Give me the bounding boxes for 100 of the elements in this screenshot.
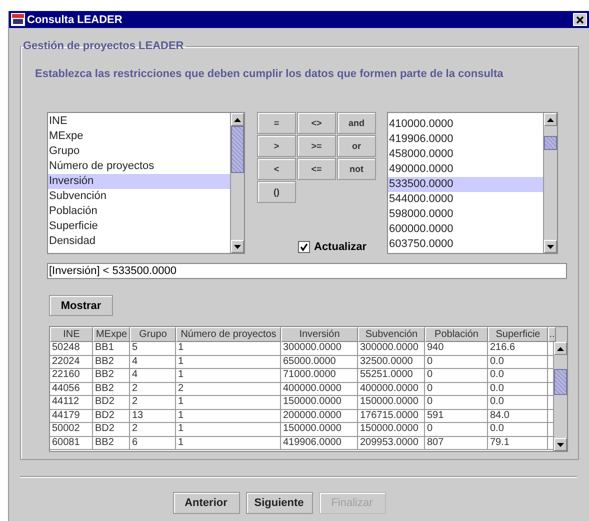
down-arrow-icon <box>557 442 564 446</box>
table-cell: 0 <box>425 382 488 396</box>
scroll-down-button[interactable] <box>231 240 244 253</box>
group-title: Gestión de proyectos LEADER <box>22 40 185 52</box>
value-list-item[interactable]: 419906.0000 <box>388 132 543 147</box>
operator-button[interactable]: <> <box>297 112 336 134</box>
column-header[interactable]: Superficie <box>488 327 548 342</box>
operator-button[interactable]: > <box>257 135 296 157</box>
operator-button[interactable]: = <box>257 112 296 134</box>
app-icon <box>11 13 25 26</box>
table-cell: 2 <box>130 423 176 436</box>
table-cell: BD2 <box>93 410 130 423</box>
field-list-item[interactable]: Subvención <box>48 189 230 204</box>
table-cell: 150000.0000 <box>281 396 358 410</box>
table-cell: 84.0 <box>488 410 548 423</box>
value-list-item[interactable]: 410000.0000 <box>388 117 543 132</box>
column-header[interactable]: Número de proyectos <box>176 327 281 342</box>
operator-button[interactable]: >= <box>297 135 336 157</box>
field-list-item[interactable]: INE <box>48 114 230 129</box>
scroll-down-button[interactable] <box>544 240 557 253</box>
field-list-item[interactable]: Densidad <box>48 234 230 249</box>
field-list-item[interactable]: Inversión <box>48 174 230 189</box>
table-cell: 5 <box>130 342 176 356</box>
checkbox[interactable] <box>298 241 310 253</box>
table-cell: 60081 <box>50 436 93 450</box>
checkbox-label: Actualizar <box>314 241 367 253</box>
operator-button[interactable]: or <box>337 135 376 157</box>
table-cell: 200000.0000 <box>281 410 358 423</box>
scroll-down-button[interactable] <box>554 438 567 451</box>
expression-field[interactable]: [Inversión] < 533500.0000 <box>47 263 567 279</box>
table-cell: 0 <box>425 423 488 436</box>
field-list-item[interactable]: Población <box>48 204 230 219</box>
table-cell: 22160 <box>50 369 93 382</box>
down-arrow-icon <box>234 244 241 248</box>
table-cell: 1 <box>176 342 281 356</box>
table-cell: 13 <box>130 410 176 423</box>
scroll-up-button[interactable] <box>554 342 567 355</box>
scrollbar-thumb[interactable] <box>544 136 557 150</box>
table-cell: 150000.0000 <box>358 396 425 410</box>
table-cell: 55251.0000 <box>358 369 425 382</box>
table-cell: 1 <box>176 410 281 423</box>
value-list-item[interactable]: 600000.0000 <box>388 222 543 237</box>
value-list-item[interactable]: 458000.0000 <box>388 147 543 162</box>
value-list-item[interactable]: 603750.0000 <box>388 237 543 252</box>
table-cell: 0.0 <box>488 396 548 410</box>
table-cell: 50002 <box>50 423 93 436</box>
operator-button[interactable]: and <box>337 112 376 134</box>
table-cell: 0 <box>425 356 488 369</box>
table-cell: 400000.0000 <box>281 382 358 396</box>
wizard-button[interactable]: Siguiente <box>246 492 312 514</box>
value-list-item[interactable]: 533500.0000 <box>388 177 543 192</box>
scroll-up-button[interactable] <box>231 113 244 126</box>
table-cell: 44112 <box>50 396 93 410</box>
operator-button[interactable]: () <box>257 181 296 203</box>
operator-button[interactable]: not <box>337 158 376 180</box>
show-button[interactable]: Mostrar <box>49 295 113 316</box>
table-cell: 300000.0000 <box>358 342 425 356</box>
table-cell: 2 <box>176 382 281 396</box>
wizard-button[interactable]: Anterior <box>172 492 240 514</box>
table-cell: 1 <box>176 436 281 450</box>
scroll-up-button[interactable] <box>544 113 557 126</box>
up-arrow-icon <box>557 346 564 350</box>
table-cell: BD2 <box>93 423 130 436</box>
table-cell: 2 <box>130 396 176 410</box>
column-header[interactable]: Inversión <box>281 327 358 342</box>
value-list-item[interactable]: 598000.0000 <box>388 207 543 222</box>
check-icon <box>300 243 308 251</box>
table-cell: 6 <box>130 436 176 450</box>
field-list-item[interactable]: Número de proyectos <box>48 159 230 174</box>
column-header[interactable]: MExpe <box>93 327 130 342</box>
up-arrow-icon <box>234 118 241 122</box>
table-cell: BB2 <box>93 382 130 396</box>
scrollbar-thumb[interactable] <box>554 369 567 395</box>
close-button[interactable] <box>573 13 587 26</box>
column-header[interactable]: Subvención <box>358 327 425 342</box>
table-cell: 0 <box>425 396 488 410</box>
table-cell: 1 <box>176 396 281 410</box>
table-cell: 176715.0000 <box>358 410 425 423</box>
operator-button[interactable]: <= <box>297 158 336 180</box>
column-header[interactable]: Grupo <box>130 327 176 342</box>
table-cell: 71000.0000 <box>281 369 358 382</box>
field-list-item[interactable]: Superficie <box>48 219 230 234</box>
table-cell: 65000.0000 <box>281 356 358 369</box>
table-cell: 44056 <box>50 382 93 396</box>
table-cell: 400000.0000 <box>358 382 425 396</box>
column-header[interactable]: .. <box>548 327 556 342</box>
column-header[interactable]: INE <box>50 327 93 342</box>
table-cell: 0.0 <box>488 382 548 396</box>
instruction-text: Establezca las restricciones que deben cumplir los datos que formen parte de la consulta <box>35 68 504 80</box>
field-list-item[interactable]: Grupo <box>48 144 230 159</box>
column-header[interactable]: Población <box>425 327 488 342</box>
table-cell: 419906.0000 <box>281 436 358 450</box>
table-cell: 150000.0000 <box>281 423 358 436</box>
value-list-item[interactable]: 490000.0000 <box>388 162 543 177</box>
table-cell: BD2 <box>93 396 130 410</box>
value-list-item[interactable]: 544000.0000 <box>388 192 543 207</box>
field-list-item[interactable]: MExpe <box>48 129 230 144</box>
up-arrow-icon <box>547 118 554 122</box>
operator-button[interactable]: < <box>257 158 296 180</box>
scrollbar-thumb[interactable] <box>231 126 244 173</box>
